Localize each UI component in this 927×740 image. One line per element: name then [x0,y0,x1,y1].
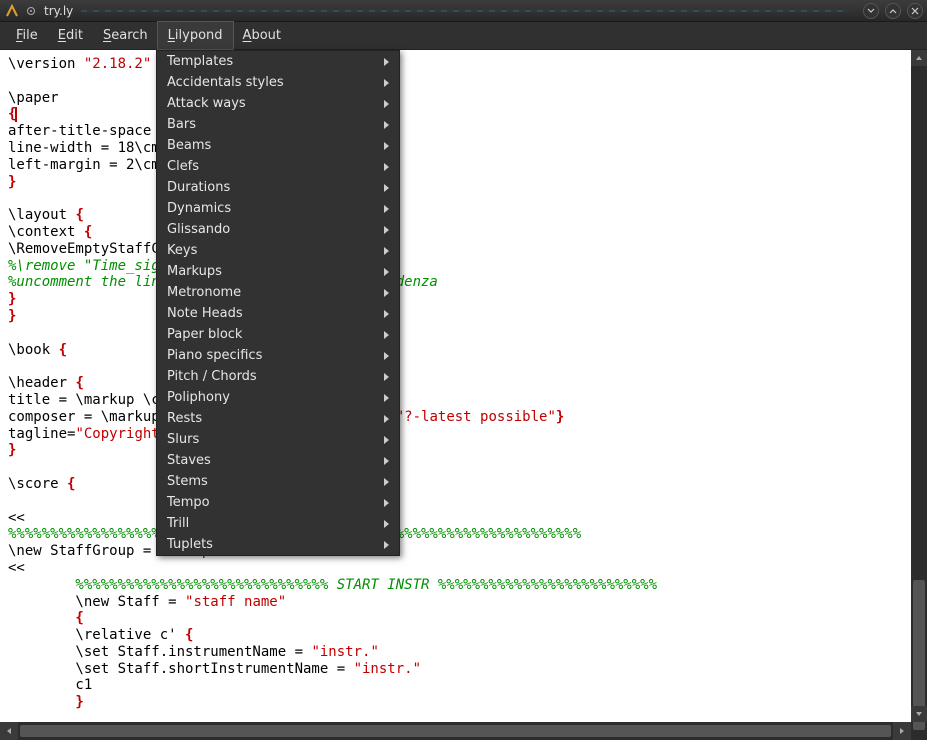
submenu-arrow-icon [384,184,389,192]
titlebar-separator [81,10,849,12]
menu-edit[interactable]: Edit [48,22,93,49]
scroll-up-button[interactable] [911,50,927,66]
application-window: try.ly File Edit Search Lilypond About \… [0,0,927,740]
menu-item-metronome[interactable]: Metronome [157,282,399,303]
submenu-arrow-icon [384,226,389,234]
scroll-right-button[interactable] [893,722,911,740]
scroll-left-button[interactable] [0,722,18,740]
app-icon [4,3,20,19]
horizontal-scroll-thumb[interactable] [20,725,891,737]
menu-item-trill[interactable]: Trill [157,513,399,534]
submenu-arrow-icon [384,373,389,381]
editor-area: \version "2.18.2" \paper { after-title-s… [0,50,927,740]
submenu-arrow-icon [384,310,389,318]
text-cursor [15,107,17,122]
submenu-arrow-icon [384,121,389,129]
vertical-scrollbar[interactable] [911,50,927,722]
menu-item-stems[interactable]: Stems [157,471,399,492]
menu-item-rests[interactable]: Rests [157,408,399,429]
editor-wrap: \version "2.18.2" \paper { after-title-s… [0,50,927,722]
submenu-arrow-icon [384,541,389,549]
lilypond-dropdown-menu: Templates Accidentals styles Attack ways… [156,50,400,556]
menu-item-glissando[interactable]: Glissando [157,219,399,240]
code-editor[interactable]: \version "2.18.2" \paper { after-title-s… [0,50,911,722]
submenu-arrow-icon [384,247,389,255]
submenu-arrow-icon [384,415,389,423]
menu-item-beams[interactable]: Beams [157,135,399,156]
submenu-arrow-icon [384,205,389,213]
menu-about[interactable]: About [233,22,291,49]
submenu-arrow-icon [384,436,389,444]
submenu-arrow-icon [384,394,389,402]
submenu-arrow-icon [384,268,389,276]
menu-item-note-heads[interactable]: Note Heads [157,303,399,324]
window-title: try.ly [44,4,73,18]
submenu-arrow-icon [384,163,389,171]
menu-item-dynamics[interactable]: Dynamics [157,198,399,219]
menu-item-markups[interactable]: Markups [157,261,399,282]
horizontal-scroll-track[interactable] [18,722,893,740]
menu-search[interactable]: Search [93,22,158,49]
menu-item-tuplets[interactable]: Tuplets [157,534,399,555]
minimize-button[interactable] [863,3,879,19]
menu-item-accidentals-styles[interactable]: Accidentals styles [157,72,399,93]
close-button[interactable] [907,3,923,19]
menu-item-keys[interactable]: Keys [157,240,399,261]
submenu-arrow-icon [384,457,389,465]
submenu-arrow-icon [384,100,389,108]
menu-item-poliphony[interactable]: Poliphony [157,387,399,408]
menu-file[interactable]: File [6,22,48,49]
submenu-arrow-icon [384,331,389,339]
horizontal-scrollbar[interactable] [0,722,927,740]
submenu-arrow-icon [384,58,389,66]
submenu-arrow-icon [384,352,389,360]
menu-item-bars[interactable]: Bars [157,114,399,135]
menu-item-durations[interactable]: Durations [157,177,399,198]
menu-item-tempo[interactable]: Tempo [157,492,399,513]
menu-item-attack-ways[interactable]: Attack ways [157,93,399,114]
submenu-arrow-icon [384,499,389,507]
menu-item-staves[interactable]: Staves [157,450,399,471]
menu-item-slurs[interactable]: Slurs [157,429,399,450]
scroll-down-button[interactable] [911,706,927,722]
menu-item-clefs[interactable]: Clefs [157,156,399,177]
submenu-arrow-icon [384,520,389,528]
menu-item-paper-block[interactable]: Paper block [157,324,399,345]
menu-item-piano-specifics[interactable]: Piano specifics [157,345,399,366]
submenu-arrow-icon [384,142,389,150]
submenu-arrow-icon [384,478,389,486]
titlebar: try.ly [0,0,927,22]
menu-lilypond[interactable]: Lilypond [158,22,233,49]
menu-item-templates[interactable]: Templates [157,51,399,72]
menu-item-pitch-chords[interactable]: Pitch / Chords [157,366,399,387]
maximize-button[interactable] [885,3,901,19]
submenu-arrow-icon [384,79,389,87]
window-state-icon [24,4,38,18]
menubar: File Edit Search Lilypond About [0,22,927,50]
submenu-arrow-icon [384,289,389,297]
